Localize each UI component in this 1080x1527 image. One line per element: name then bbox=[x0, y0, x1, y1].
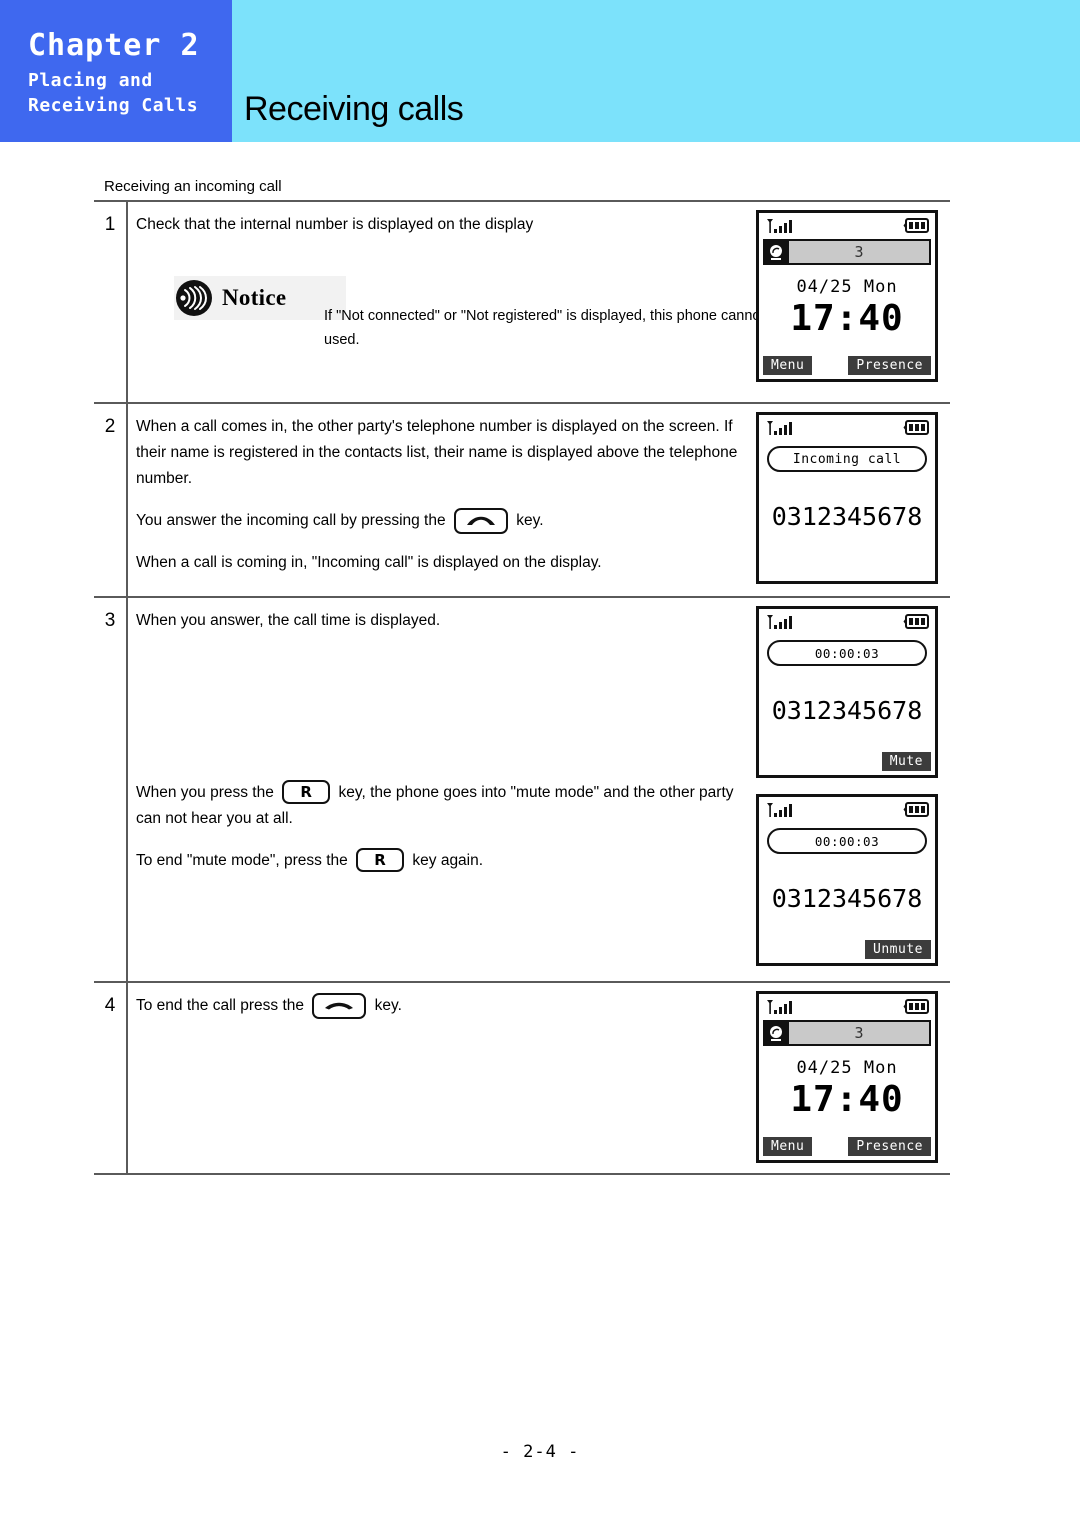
antenna-signal-icon bbox=[767, 421, 792, 435]
ringer-icon bbox=[763, 239, 789, 265]
phone-status-bar bbox=[759, 415, 935, 441]
step-text: When a call is coming in, "Incoming call… bbox=[136, 554, 602, 571]
antenna-signal-icon bbox=[767, 219, 792, 233]
table-row: 3 When you answer, the call time is disp… bbox=[94, 596, 950, 981]
phone-softkeys: Menu Presence bbox=[763, 1137, 931, 1156]
answer-key-line-after: key. bbox=[516, 512, 544, 529]
antenna-signal-icon bbox=[767, 803, 792, 817]
phone-status-bar bbox=[759, 797, 935, 823]
phone-screen-idle-2: 3 04/25 Mon 17:40 Menu Presence bbox=[756, 991, 938, 1163]
phone-screen-incoming: Incoming call 0312345678 bbox=[756, 412, 938, 584]
end-line-before: To end the call press the bbox=[136, 997, 305, 1014]
ringer-glyph bbox=[765, 241, 787, 263]
step-text: When you answer, the call time is displa… bbox=[136, 612, 441, 629]
step-text: When a call comes in, the other party's … bbox=[136, 418, 738, 487]
notice-text: If "Not connected" or "Not registered" i… bbox=[324, 308, 785, 348]
phone-line-number: 3 bbox=[789, 239, 931, 265]
ringer-glyph bbox=[765, 1022, 787, 1044]
antenna-signal-icon bbox=[767, 615, 792, 629]
r-key-label: R bbox=[374, 850, 386, 869]
step-number: 3 bbox=[104, 610, 116, 631]
phone-line-bar: 3 bbox=[763, 239, 931, 265]
phone-call-timer: 00:00:03 bbox=[767, 640, 927, 666]
phone-status-bar bbox=[759, 609, 935, 635]
ringer-icon bbox=[763, 1020, 789, 1046]
phone-status-bar bbox=[759, 213, 935, 239]
phone-date: 04/25 Mon bbox=[796, 277, 898, 297]
phone-softkeys: Unmute bbox=[763, 940, 931, 959]
row-divider bbox=[126, 202, 128, 402]
step-text: Check that the internal number is displa… bbox=[136, 216, 534, 233]
phone-status-pill: Incoming call bbox=[767, 446, 927, 472]
answer-key-line: You answer the incoming call by pressing… bbox=[136, 508, 748, 534]
step-number: 1 bbox=[104, 214, 116, 235]
handset-end-key bbox=[312, 993, 367, 1019]
end-line-after: key. bbox=[374, 997, 402, 1014]
r-key-unmute: R bbox=[356, 848, 405, 872]
phone-screen-idle-1: 3 04/25 Mon 17:40 Menu Presence bbox=[756, 210, 938, 382]
chapter-label: Chapter 2 bbox=[28, 28, 200, 63]
row-divider bbox=[126, 983, 128, 1173]
battery-full-icon bbox=[903, 802, 929, 817]
unmute-key-line: To end "mute mode", press the R key agai… bbox=[136, 848, 748, 874]
battery-full-icon bbox=[903, 999, 929, 1014]
mute-key-line: When you press the R key, the phone goes… bbox=[136, 780, 748, 832]
phone-screen-talking-unmute: 00:00:03 0312345678 Unmute bbox=[756, 794, 938, 966]
phone-caller-number: 0312345678 bbox=[771, 502, 923, 531]
chapter-block: Chapter 2 Placing and Receiving Calls bbox=[0, 0, 232, 142]
step-number: 4 bbox=[104, 995, 116, 1016]
phone-time: 17:40 bbox=[790, 298, 904, 339]
phone-screen-talking-mute: 00:00:03 0312345678 Mute bbox=[756, 606, 938, 778]
table-row: 4 To end the call press the key. 3 04/25… bbox=[94, 981, 950, 1175]
table-row: 1 Check that the internal number is disp… bbox=[94, 200, 950, 402]
chapter-subtitle-line1: Placing and bbox=[28, 70, 153, 91]
softkey-unmute[interactable]: Unmute bbox=[865, 940, 931, 959]
row-divider bbox=[126, 404, 128, 596]
answer-key-line-before: You answer the incoming call by pressing… bbox=[136, 512, 446, 529]
handset-answer-key bbox=[453, 508, 508, 534]
page-header: Chapter 2 Placing and Receiving Calls Re… bbox=[0, 0, 1080, 142]
unmute-line-after: key again. bbox=[412, 852, 484, 869]
page-title: Receiving calls bbox=[244, 90, 464, 128]
sound-wave-icon bbox=[176, 280, 212, 316]
phone-date: 04/25 Mon bbox=[796, 1058, 898, 1078]
mute-line-before: When you press the bbox=[136, 784, 274, 801]
handset-answer-icon bbox=[466, 516, 495, 525]
battery-full-icon bbox=[903, 420, 929, 435]
table-row: 2 When a call comes in, the other party'… bbox=[94, 402, 950, 596]
notice-label: Notice bbox=[222, 285, 287, 310]
phone-time: 17:40 bbox=[790, 1079, 904, 1120]
page-footer: - 2-4 - bbox=[500, 1442, 580, 1462]
softkey-mute[interactable]: Mute bbox=[881, 752, 931, 771]
unmute-line-before: To end "mute mode", press the bbox=[136, 852, 348, 869]
procedure-table: 1 Check that the internal number is disp… bbox=[94, 200, 950, 1175]
softkey-presence[interactable]: Presence bbox=[848, 1137, 931, 1156]
chapter-subtitle-line2: Receiving Calls bbox=[28, 95, 199, 116]
battery-full-icon bbox=[903, 614, 929, 629]
softkey-menu[interactable]: Menu bbox=[763, 1137, 813, 1156]
battery-full-icon bbox=[903, 218, 929, 233]
phone-call-timer: 00:00:03 bbox=[767, 828, 927, 854]
step-number: 2 bbox=[104, 416, 116, 437]
phone-softkeys: Menu Presence bbox=[763, 356, 931, 375]
antenna-signal-icon bbox=[767, 1000, 792, 1014]
end-call-key-line: To end the call press the key. bbox=[136, 993, 748, 1019]
phone-line-bar: 3 bbox=[763, 1020, 931, 1046]
phone-softkeys: Mute bbox=[763, 752, 931, 771]
section-heading: Receiving an incoming call bbox=[104, 178, 282, 195]
row-divider bbox=[126, 598, 128, 981]
r-key-label: R bbox=[300, 782, 312, 801]
phone-line-number: 3 bbox=[789, 1020, 931, 1046]
handset-end-icon bbox=[325, 1002, 354, 1010]
notice-badge: Notice bbox=[174, 276, 346, 320]
phone-caller-number: 0312345678 bbox=[771, 884, 923, 913]
phone-status-bar bbox=[759, 994, 935, 1020]
phone-caller-number: 0312345678 bbox=[771, 696, 923, 725]
softkey-presence[interactable]: Presence bbox=[848, 356, 931, 375]
softkey-menu[interactable]: Menu bbox=[763, 356, 813, 375]
r-key-mute: R bbox=[282, 780, 331, 804]
